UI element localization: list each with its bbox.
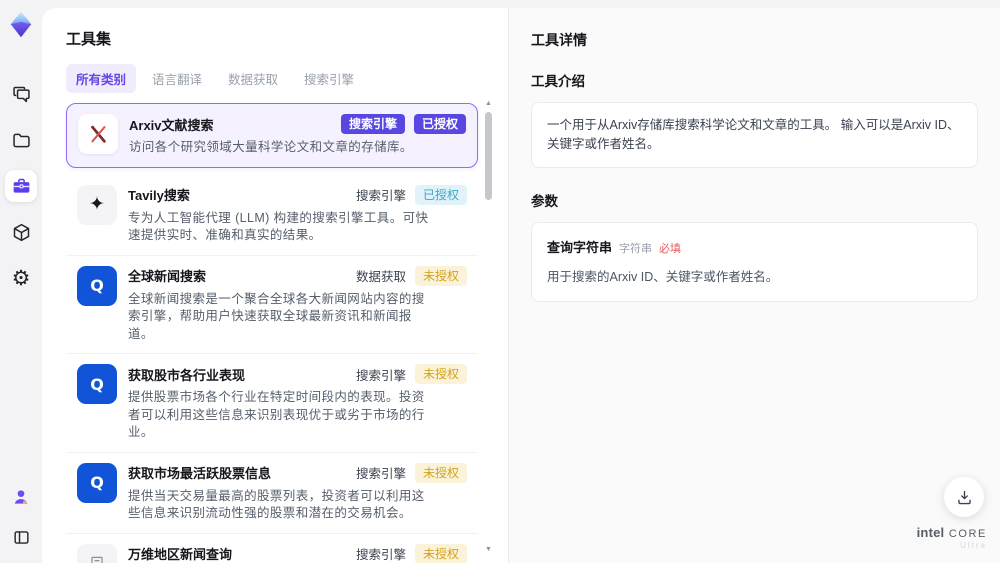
core-wordmark: CORE — [948, 527, 987, 540]
category-badge: 搜索引擎 — [340, 114, 405, 134]
brand-logo-icon — [6, 10, 36, 40]
main-content: 工具集 所有类别 语言翻译 数据获取 搜索引擎 Arxiv文献搜索 搜索引擎 已… — [42, 8, 1000, 563]
category-label: 搜索引擎 — [355, 189, 406, 203]
tool-intro-box: 一个用于从Arxiv存储库搜索科学论文和文章的工具。 输入可以是Arxiv ID… — [531, 102, 978, 168]
category-label: 数据获取 — [355, 270, 406, 284]
folder-icon — [11, 130, 32, 151]
user-avatar-icon — [11, 487, 31, 507]
auth-status-badge: 未授权 — [414, 265, 467, 286]
parameter-required-flag: 必填 — [659, 242, 682, 255]
scrollbar-thumb[interactable] — [485, 112, 492, 200]
gear-icon: ⚙ — [11, 266, 31, 290]
sidebar-item-chat[interactable] — [5, 78, 37, 110]
tool-item-arxiv[interactable]: Arxiv文献搜索 搜索引擎 已授权 访问各个研究领域大量科学论文和文章的存储库… — [66, 103, 478, 168]
tool-title: 万维地区新闻查询 — [128, 547, 233, 562]
chat-icon — [11, 84, 32, 105]
tool-tags: 数据获取 未授权 — [355, 265, 467, 286]
ultra-wordmark: Ultra — [960, 541, 987, 551]
building-logo-icon — [77, 543, 117, 563]
params-section-title: 参数 — [531, 193, 558, 209]
sidebar-bottom — [5, 481, 37, 553]
tool-item-body: 获取市场最活跃股票信息 搜索引擎 未授权 提供当天交易量最高的股票列表，投资者可… — [128, 462, 467, 523]
q-search-logo-icon: Q — [77, 265, 117, 306]
parameter-description: 用于搜索的Arxiv ID、关键字或作者姓名。 — [547, 269, 779, 284]
parameter-type: 字符串 — [619, 242, 653, 255]
download-icon — [955, 488, 974, 507]
tool-tags: 搜索引擎 未授权 — [355, 543, 467, 563]
app-screen: ⚙ 工具集 所有类别 语言翻译 数据获取 搜索引擎 Arxiv文献搜索 搜索引擎… — [0, 0, 1000, 563]
sidebar-item-models[interactable] — [5, 216, 37, 248]
tool-detail-panel: 工具详情 工具介绍 一个用于从Arxiv存储库搜索科学论文和文章的工具。 输入可… — [508, 8, 1000, 563]
tool-tags: 搜索引擎 已授权 — [340, 114, 466, 134]
tool-item-regional-news[interactable]: 万维地区新闻查询 搜索引擎 未授权 查询具体行政区划内的新闻，快速了解各地新闻动… — [66, 534, 478, 563]
auth-status-badge: 未授权 — [414, 543, 467, 563]
cube-icon — [11, 222, 32, 243]
sparkle-logo-icon: ✦ — [77, 184, 117, 225]
tool-item-tavily[interactable]: ✦ Tavily搜索 搜索引擎 已授权 专为人工智能代理 (LLM) 构建的搜索… — [66, 175, 478, 256]
q-search-logo-icon: Q — [77, 462, 117, 503]
auth-status-badge: 已授权 — [414, 184, 467, 205]
tool-item-body: 获取股市各行业表现 搜索引擎 未授权 提供股票市场各个行业在特定时间段内的表现。… — [128, 364, 467, 442]
tab-all-categories[interactable]: 所有类别 — [66, 64, 137, 93]
tool-description: 提供股票市场各个行业在特定时间段内的表现。投资者可以利用这些信息来识别表现优于或… — [128, 390, 425, 439]
category-label: 搜索引擎 — [355, 467, 406, 481]
page-title: 工具集 — [66, 31, 112, 48]
toolbox-icon — [11, 176, 32, 197]
app-sidebar: ⚙ — [0, 0, 42, 563]
auth-status-badge: 未授权 — [414, 462, 467, 483]
tool-description: 访问各个研究领域大量科学论文和文章的存储库。 — [129, 140, 413, 154]
tool-item-most-active-stocks[interactable]: Q 获取市场最活跃股票信息 搜索引擎 未授权 提供当天交易量最高的股票列表，投资… — [66, 453, 478, 534]
parameter-name: 查询字符串 — [547, 239, 613, 255]
auth-status-badge: 未授权 — [414, 364, 467, 384]
tool-tags: 搜索引擎 未授权 — [356, 364, 467, 384]
detail-title: 工具详情 — [531, 32, 587, 48]
tool-description: 全球新闻搜索是一个聚合全球各大新闻网站内容的搜索引擎，帮助用户快速获取全球最新资… — [128, 291, 425, 341]
tool-title: Arxiv文献搜索 — [129, 117, 214, 133]
tool-title: Tavily搜索 — [128, 188, 190, 203]
tool-item-body: Arxiv文献搜索 搜索引擎 已授权 访问各个研究领域大量科学论文和文章的存储库… — [129, 114, 466, 157]
q-search-logo-icon: Q — [77, 364, 117, 404]
intro-section-title: 工具介绍 — [531, 74, 585, 89]
tool-item-body: Tavily搜索 搜索引擎 已授权 专为人工智能代理 (LLM) 构建的搜索引擎… — [128, 184, 467, 245]
user-profile-button[interactable] — [5, 481, 37, 513]
auth-status-badge: 已授权 — [413, 114, 466, 134]
scroll-up-icon[interactable]: ▲ — [484, 100, 493, 107]
scroll-down-icon[interactable]: ▼ — [484, 546, 493, 553]
tool-title: 获取市场最活跃股票信息 — [128, 466, 272, 481]
sidebar-item-files[interactable] — [5, 124, 37, 156]
tab-search-engine[interactable]: 搜索引擎 — [294, 64, 364, 93]
tool-tags: 搜索引擎 已授权 — [355, 184, 467, 205]
tool-item-sector-performance[interactable]: Q 获取股市各行业表现 搜索引擎 未授权 提供股票市场各个行业在特定时间段内的表… — [66, 354, 478, 453]
tool-description: 提供当天交易量最高的股票列表，投资者可以利用这些信息来识别流动性强的股票和潜在的… — [128, 488, 425, 521]
intel-wordmark: intel — [916, 524, 945, 540]
tool-list-panel: 工具集 所有类别 语言翻译 数据获取 搜索引擎 Arxiv文献搜索 搜索引擎 已… — [42, 8, 508, 563]
tool-title: 获取股市各行业表现 — [128, 367, 246, 383]
category-tabs: 所有类别 语言翻译 数据获取 搜索引擎 — [66, 64, 478, 93]
tool-item-body: 万维地区新闻查询 搜索引擎 未授权 查询具体行政区划内的新闻，快速了解各地新闻动… — [128, 543, 467, 563]
category-label: 搜索引擎 — [355, 368, 406, 383]
sidebar-nav: ⚙ — [5, 78, 37, 294]
tool-intro-text: 一个用于从Arxiv存储库搜索科学论文和文章的工具。 输入可以是Arxiv ID… — [547, 118, 960, 151]
tab-language-translation[interactable]: 语言翻译 — [142, 64, 212, 93]
parameter-box: 查询字符串 字符串 必填 用于搜索的Arxiv ID、关键字或作者姓名。 — [531, 221, 978, 302]
tool-item-body: 全球新闻搜索 数据获取 未授权 全球新闻搜索是一个聚合全球各大新闻网站内容的搜索… — [128, 265, 467, 344]
tool-description: 专为人工智能代理 (LLM) 构建的搜索引擎工具。可快速提供实时、准确和真实的结… — [128, 210, 429, 243]
intel-core-logo: intel CORE Ultra — [917, 524, 987, 551]
download-button[interactable] — [944, 477, 984, 517]
collapse-panel-button[interactable] — [5, 521, 37, 553]
sidebar-item-toolset[interactable] — [5, 170, 37, 202]
tool-title: 全球新闻搜索 — [128, 269, 207, 284]
tool-tags: 搜索引擎 未授权 — [355, 462, 467, 483]
sidebar-item-settings[interactable]: ⚙ — [5, 262, 37, 294]
arxiv-x-logo-icon — [78, 114, 118, 154]
list-scrollbar[interactable]: ▲ ▼ — [484, 100, 493, 553]
tool-list: Arxiv文献搜索 搜索引擎 已授权 访问各个研究领域大量科学论文和文章的存储库… — [66, 103, 478, 563]
tab-data-acquisition[interactable]: 数据获取 — [218, 64, 288, 93]
tool-item-global-news[interactable]: Q 全球新闻搜索 数据获取 未授权 全球新闻搜索是一个聚合全球各大新闻网站内容的… — [66, 256, 478, 354]
category-label: 搜索引擎 — [355, 548, 406, 562]
panel-toggle-icon — [12, 528, 31, 547]
